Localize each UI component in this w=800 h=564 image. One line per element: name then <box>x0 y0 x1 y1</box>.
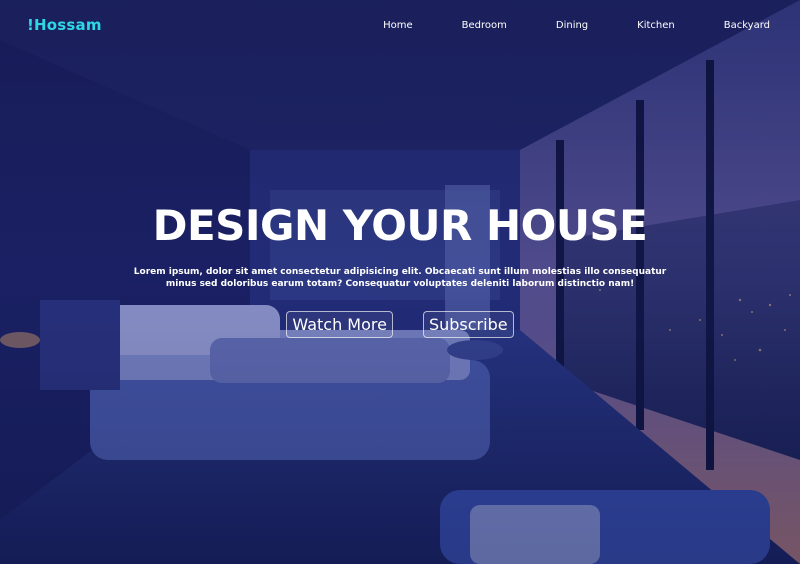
cta-buttons: Watch More Subscribe <box>0 311 800 338</box>
hero-subtitle: Lorem ipsum, dolor sit amet consectetur … <box>133 267 667 289</box>
nav-link-kitchen[interactable]: Kitchen <box>637 20 675 31</box>
subscribe-button[interactable]: Subscribe <box>422 311 514 338</box>
nav-link-home[interactable]: Home <box>383 20 413 31</box>
hero-content: DESIGN YOUR HOUSE Lorem ipsum, dolor sit… <box>0 200 800 338</box>
watch-more-button[interactable]: Watch More <box>286 311 393 338</box>
hero-title: DESIGN YOUR HOUSE <box>152 201 648 250</box>
nav-link-dining[interactable]: Dining <box>556 20 588 31</box>
brand-logo[interactable]: !Hossam <box>27 16 102 34</box>
navbar: !Hossam Home Bedroom Dining Kitchen Back… <box>0 0 800 50</box>
nav-links: Home Bedroom Dining Kitchen Backyard <box>334 20 770 31</box>
hero-section: !Hossam Home Bedroom Dining Kitchen Back… <box>0 0 800 564</box>
nav-link-backyard[interactable]: Backyard <box>724 20 770 31</box>
nav-link-bedroom[interactable]: Bedroom <box>462 20 507 31</box>
